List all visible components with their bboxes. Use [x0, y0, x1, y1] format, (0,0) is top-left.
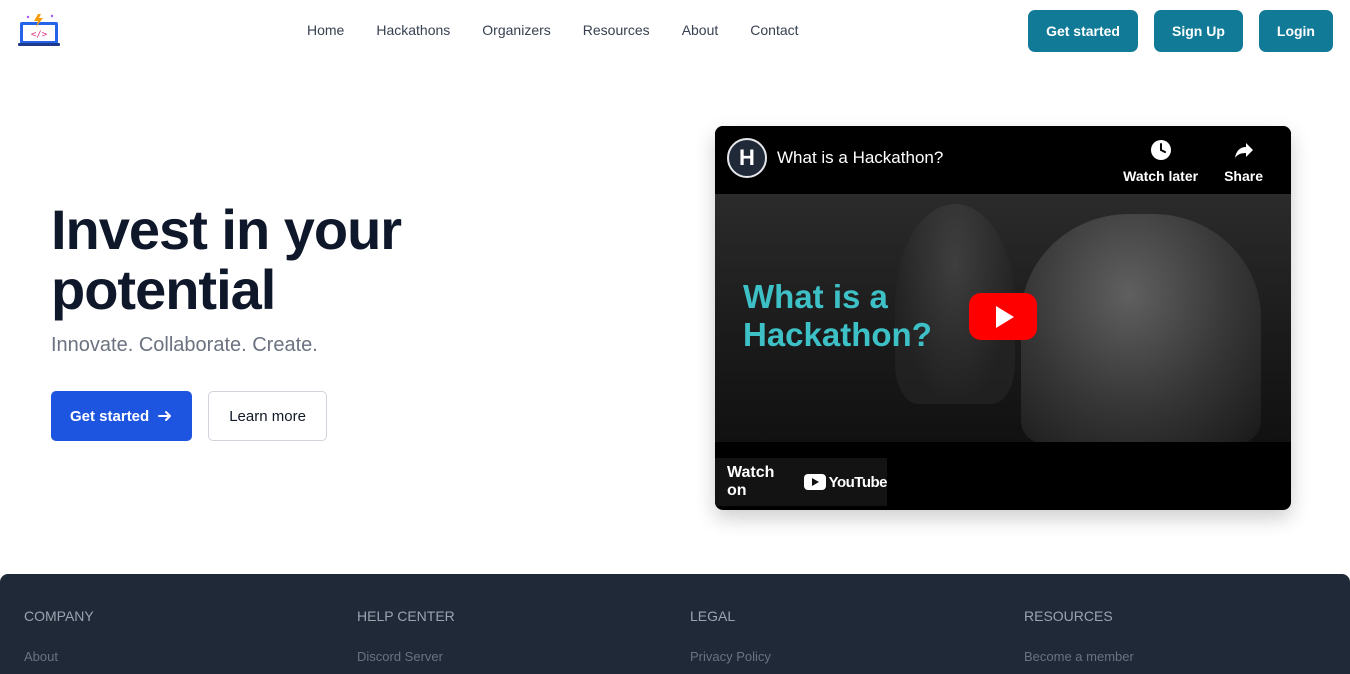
learn-more-label: Learn more — [229, 407, 306, 425]
get-started-button[interactable]: Get started — [51, 391, 193, 441]
footer-link[interactable]: About — [24, 649, 94, 664]
youtube-logo-text: YouTube — [828, 473, 888, 491]
share-icon — [1234, 143, 1253, 158]
svg-text:</>: </> — [31, 30, 48, 40]
footer-heading: LEGAL — [690, 608, 736, 624]
nav-home[interactable]: Home — [307, 22, 344, 38]
share-button[interactable]: Share — [1224, 138, 1263, 184]
channel-avatar[interactable]: H — [727, 138, 767, 178]
video-title[interactable]: What is a Hackathon? — [777, 148, 943, 168]
top-navbar: </> Home Hackathons Organizers Resources… — [0, 0, 1350, 62]
video-actions: Watch later Share — [1123, 138, 1263, 184]
footer: COMPANY About HELP CENTER Discord Server… — [0, 574, 1350, 674]
watch-on-youtube-button[interactable]: Watch on YouTube — [715, 458, 888, 506]
learn-more-button[interactable]: Learn more — [208, 391, 327, 441]
nav-resources[interactable]: Resources — [583, 22, 650, 38]
hero-subtitle: Innovate. Collaborate. Create. — [51, 334, 318, 356]
thumbnail-person — [1021, 214, 1261, 442]
video-thumbnail[interactable]: What is a Hackathon? — [715, 194, 1291, 442]
thumbnail-text-line1: What is a — [743, 278, 888, 315]
login-button[interactable]: Login — [1258, 10, 1333, 52]
main-nav: Home Hackathons Organizers Resources Abo… — [307, 22, 799, 38]
nav-organizers[interactable]: Organizers — [482, 22, 550, 38]
youtube-embed[interactable]: H What is a Hackathon? Watch later Share… — [715, 126, 1291, 510]
video-header: H What is a Hackathon? Watch later Share — [715, 126, 1291, 194]
hero-title-line2: potential — [51, 258, 276, 321]
footer-link[interactable]: Discord Server — [357, 649, 455, 664]
thumbnail-text: What is a Hackathon? — [743, 278, 932, 354]
nav-about[interactable]: About — [682, 22, 719, 38]
watch-on-label: Watch on — [727, 464, 775, 499]
sign-up-button[interactable]: Sign Up — [1154, 10, 1243, 52]
footer-column-resources: RESOURCES Become a member — [1024, 608, 1134, 664]
nav-contact[interactable]: Contact — [750, 22, 798, 38]
thumbnail-text-line2: Hackathon? — [743, 316, 932, 353]
hero-buttons: Get started Learn more — [51, 391, 327, 441]
footer-column-legal: LEGAL Privacy Policy — [690, 608, 771, 664]
footer-link[interactable]: Privacy Policy — [690, 649, 771, 664]
watch-later-button[interactable]: Watch later — [1123, 138, 1198, 184]
play-button-icon[interactable] — [969, 293, 1037, 340]
header-actions: Get started Sign Up Login — [1028, 10, 1333, 52]
get-started-header-button[interactable]: Get started — [1028, 10, 1138, 52]
hero-title: Invest in your potential — [51, 200, 571, 320]
footer-heading: HELP CENTER — [357, 608, 455, 624]
clock-icon — [1150, 140, 1171, 160]
footer-column-help-center: HELP CENTER Discord Server — [357, 608, 455, 664]
footer-heading: RESOURCES — [1024, 608, 1113, 624]
channel-initial: H — [739, 145, 755, 170]
hero-text: Invest in your potential Innovate. Colla… — [51, 200, 571, 357]
nav-hackathons[interactable]: Hackathons — [376, 22, 450, 38]
get-started-label: Get started — [70, 407, 150, 425]
arrow-right-icon — [158, 411, 172, 421]
footer-link[interactable]: Become a member — [1024, 649, 1134, 664]
watch-later-label: Watch later — [1123, 168, 1199, 184]
footer-column-company: COMPANY About — [24, 608, 94, 664]
hero-title-line1: Invest in your — [51, 198, 402, 261]
youtube-logo-icon: YouTube — [803, 473, 888, 491]
footer-heading: COMPANY — [24, 608, 94, 624]
share-label: Share — [1224, 168, 1263, 184]
site-logo-icon[interactable]: </> — [16, 12, 64, 48]
